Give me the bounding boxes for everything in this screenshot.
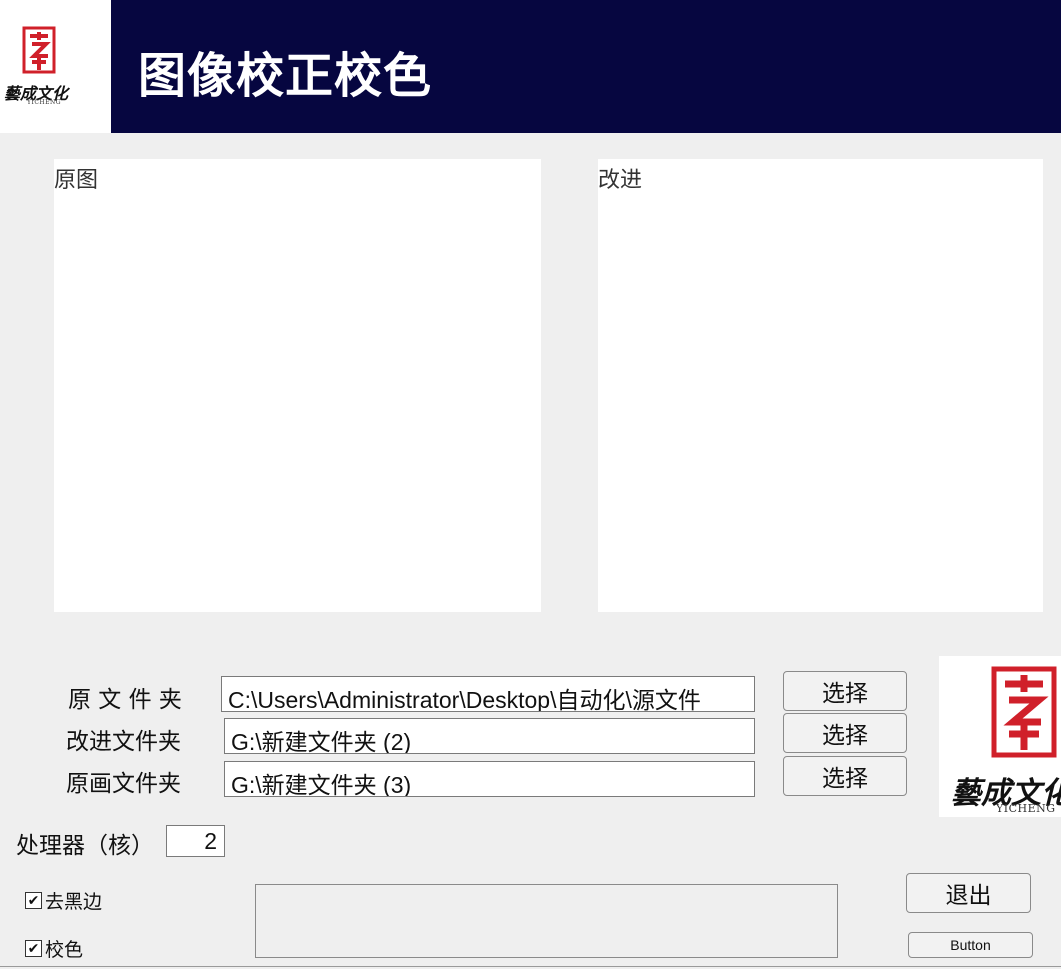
bottom-divider: [0, 966, 1061, 967]
seal-icon: [991, 666, 1057, 758]
header-bar: 藝成文化 YICHENG 图像校正校色: [0, 0, 1061, 133]
original-image-label: 原图: [54, 168, 99, 193]
processor-cores-input[interactable]: 2: [166, 825, 225, 857]
source-folder-input[interactable]: C:\Users\Administrator\Desktop\自动化\源文件: [221, 676, 755, 712]
original-image-panel: 原图: [54, 159, 541, 612]
improved-folder-select-button[interactable]: 选择: [783, 713, 907, 753]
page-title: 图像校正校色: [138, 48, 433, 104]
checkbox-checked-icon[interactable]: ✔: [25, 940, 42, 957]
checkbox-checked-icon[interactable]: ✔: [25, 892, 42, 909]
remove-black-border-option[interactable]: ✔ 去黑边: [25, 887, 102, 914]
logo-brand-subtext: YICHENG: [27, 99, 62, 106]
log-output-box[interactable]: [255, 884, 838, 958]
brand-logo: 藝成文化 YICHENG: [939, 656, 1061, 817]
color-correction-option[interactable]: ✔ 校色: [25, 935, 83, 962]
original-art-folder-label: 原画文件夹: [66, 771, 181, 797]
source-folder-label: 原 文 件 夹: [68, 687, 182, 713]
color-correction-label: 校色: [45, 939, 84, 961]
generic-button[interactable]: Button: [908, 932, 1033, 958]
original-art-folder-select-button[interactable]: 选择: [783, 756, 907, 796]
improved-folder-label: 改进文件夹: [66, 729, 181, 755]
remove-black-border-label: 去黑边: [45, 891, 103, 913]
improved-folder-input[interactable]: G:\新建文件夹 (2): [224, 718, 755, 754]
exit-button[interactable]: 退出: [906, 873, 1031, 913]
source-folder-select-button[interactable]: 选择: [783, 671, 907, 711]
brand-logo-subtext: YICHENG: [996, 802, 1056, 815]
header-logo: 藝成文化 YICHENG: [0, 0, 111, 133]
improved-image-label: 改进: [598, 168, 643, 193]
seal-icon: [22, 26, 56, 74]
improved-image-panel: 改进: [598, 159, 1043, 612]
processor-cores-label: 处理器（核）: [16, 833, 154, 859]
original-art-folder-input[interactable]: G:\新建文件夹 (3): [224, 761, 755, 797]
